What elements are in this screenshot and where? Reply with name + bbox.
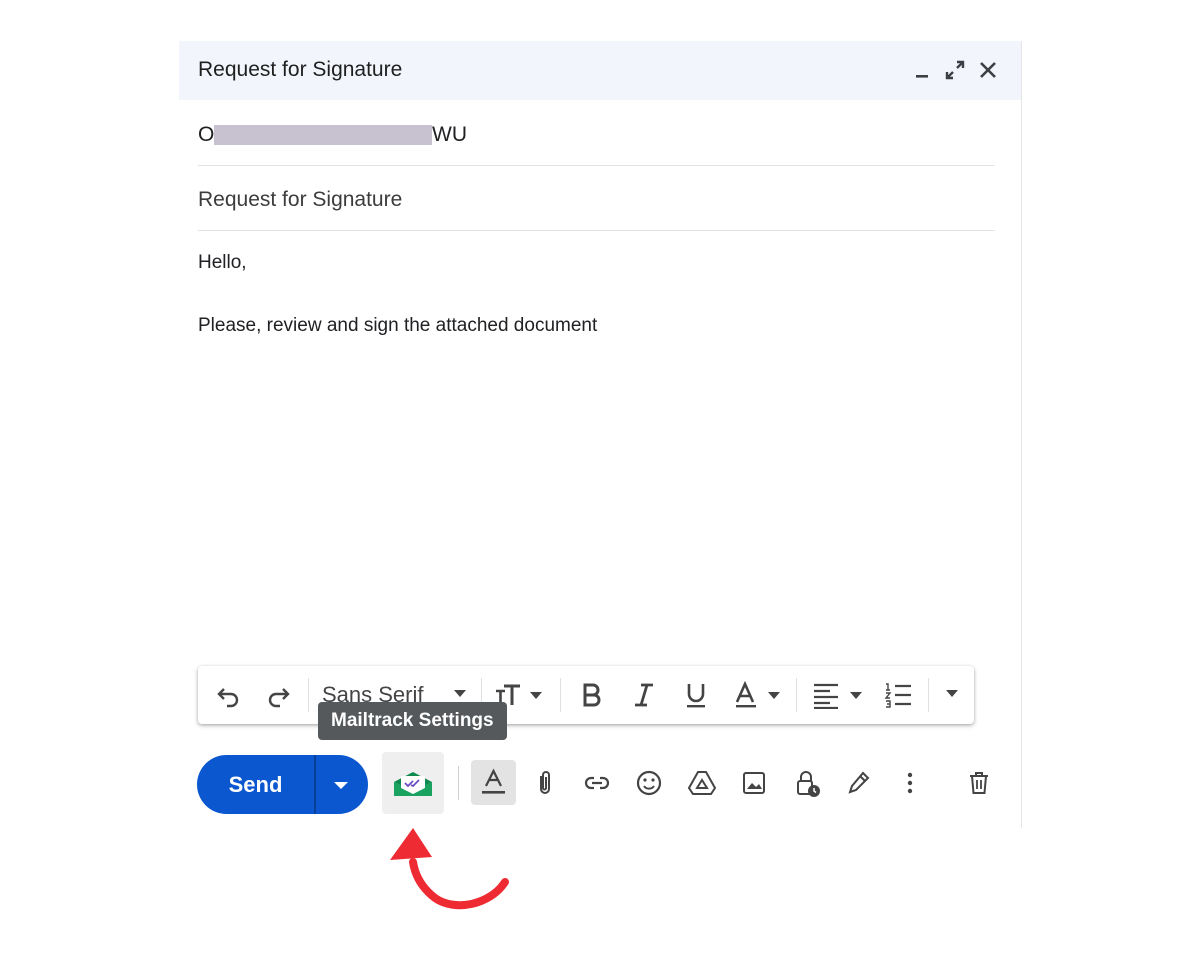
undo-button[interactable]	[215, 681, 243, 709]
trash-icon	[970, 772, 988, 794]
insert-drive-file-button[interactable]	[687, 768, 717, 798]
recipient-end: WU	[432, 123, 467, 146]
mailtrack-icon	[394, 772, 432, 796]
text-color-button[interactable]	[734, 681, 784, 709]
photo-icon	[743, 772, 765, 794]
chevron-down-icon	[454, 690, 466, 697]
compose-title: Request for Signature	[198, 58, 403, 81]
bold-icon	[583, 683, 601, 707]
redo-icon	[268, 688, 290, 708]
formatting-options-button[interactable]	[471, 760, 516, 805]
bold-button[interactable]	[578, 681, 606, 709]
text-color-icon	[735, 681, 780, 708]
mailtrack-settings-button[interactable]	[382, 752, 444, 814]
body-line-request: Please, review and sign the attached doc…	[198, 315, 598, 336]
close-icon	[980, 62, 996, 78]
toolbar-divider	[308, 678, 309, 712]
chevron-down-icon	[334, 782, 348, 789]
more-formatting-icon	[946, 690, 958, 697]
discard-draft-button[interactable]	[964, 768, 994, 798]
formatting-toolbar: Sans Serif	[198, 666, 974, 724]
attach-icon	[540, 771, 550, 794]
more-formatting-button[interactable]	[944, 685, 960, 713]
emoji-icon	[636, 770, 662, 796]
close-button[interactable]	[975, 57, 1001, 83]
redo-button[interactable]	[264, 681, 292, 709]
send-options-button[interactable]	[316, 755, 368, 814]
toolbar-divider	[796, 678, 797, 712]
insert-signature-button[interactable]	[843, 768, 873, 798]
recipients-field[interactable]: O WU	[198, 101, 995, 166]
more-options-button[interactable]	[895, 768, 925, 798]
formatting-options-icon	[482, 768, 505, 794]
expand-icon	[945, 60, 965, 80]
curved-arrow-icon	[390, 828, 509, 910]
body-line-greeting: Hello,	[198, 252, 247, 273]
align-icon	[814, 683, 862, 709]
insert-link-button[interactable]	[582, 768, 612, 798]
link-icon	[584, 776, 610, 790]
undo-icon	[217, 688, 239, 708]
confidential-mode-button[interactable]	[792, 768, 822, 798]
send-button-group: Send	[197, 755, 368, 814]
insert-emoji-button[interactable]	[634, 768, 664, 798]
italic-icon	[635, 683, 653, 707]
toolbar-divider	[928, 678, 929, 712]
subject-text: Request for Signature	[198, 188, 403, 211]
send-button[interactable]: Send	[197, 755, 314, 814]
italic-button[interactable]	[630, 681, 658, 709]
minimize-icon	[916, 75, 928, 78]
minimize-button[interactable]	[909, 57, 935, 83]
numbered-list-icon	[884, 683, 911, 708]
signature-icon	[848, 771, 870, 794]
mailtrack-tooltip: Mailtrack Settings	[318, 702, 507, 740]
action-divider	[458, 766, 459, 800]
more-options-icon	[907, 772, 913, 794]
insert-photo-button[interactable]	[739, 768, 769, 798]
underline-button[interactable]	[682, 681, 710, 709]
numbered-list-button[interactable]	[884, 681, 912, 709]
toolbar-divider	[560, 678, 561, 712]
recipient-start: O	[198, 123, 215, 146]
attach-button[interactable]	[530, 768, 560, 798]
subject-field[interactable]: Request for Signature	[198, 166, 995, 231]
redacted-recipient	[214, 125, 432, 145]
align-button[interactable]	[812, 681, 866, 709]
compose-header: Request for Signature	[179, 41, 1021, 100]
drive-icon	[687, 771, 717, 795]
underline-icon	[687, 684, 705, 708]
confidential-icon	[797, 771, 820, 797]
expand-button[interactable]	[942, 57, 968, 83]
